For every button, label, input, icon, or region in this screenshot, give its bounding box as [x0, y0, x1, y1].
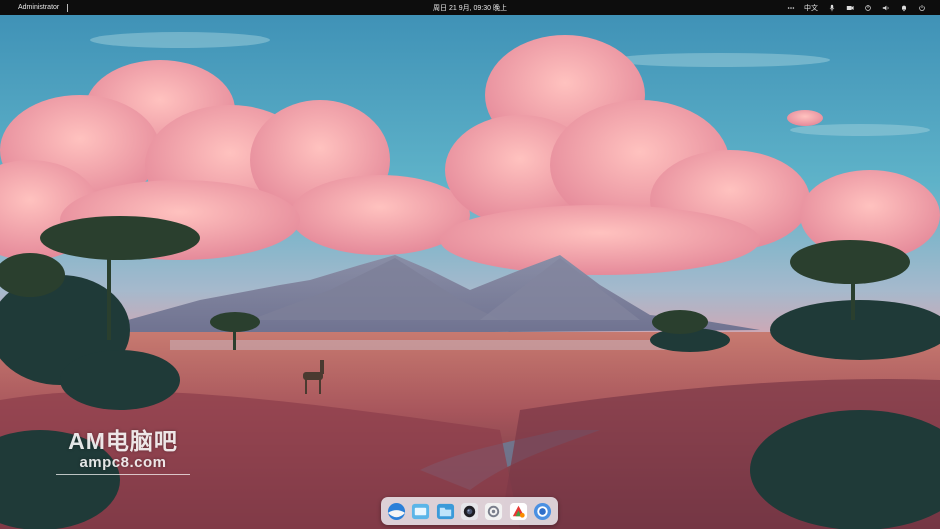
camera-icon[interactable] [460, 502, 479, 521]
power-icon[interactable] [917, 3, 926, 12]
user-menu[interactable]: Administrator [18, 4, 59, 11]
launcher-icon[interactable] [387, 502, 406, 521]
power-indicator-icon[interactable] [863, 3, 872, 12]
watermark-underline [56, 474, 190, 475]
screen-record-icon[interactable] [845, 3, 854, 12]
more-icon[interactable] [786, 3, 795, 12]
divider [67, 3, 69, 12]
watermark-url: ampc8.com [79, 454, 167, 471]
top-panel: Administrator 周日 21 9月, 09:30 晚上 中文 [0, 0, 940, 15]
settings-icon[interactable] [484, 502, 503, 521]
browser-icon[interactable] [533, 502, 552, 521]
microphone-icon[interactable] [827, 3, 836, 12]
volume-icon[interactable] [881, 3, 890, 12]
input-method-label[interactable]: 中文 [804, 3, 818, 13]
notification-bell-icon[interactable] [899, 3, 908, 12]
dock [381, 497, 558, 525]
files-icon[interactable] [436, 502, 455, 521]
watermark-title: AM电脑吧 [68, 428, 178, 454]
clock-datetime[interactable]: 周日 21 9月, 09:30 晚上 [433, 3, 507, 13]
app-store-icon[interactable] [509, 502, 528, 521]
file-manager-icon[interactable] [411, 502, 430, 521]
watermark: AM电脑吧 ampc8.com [56, 428, 190, 475]
